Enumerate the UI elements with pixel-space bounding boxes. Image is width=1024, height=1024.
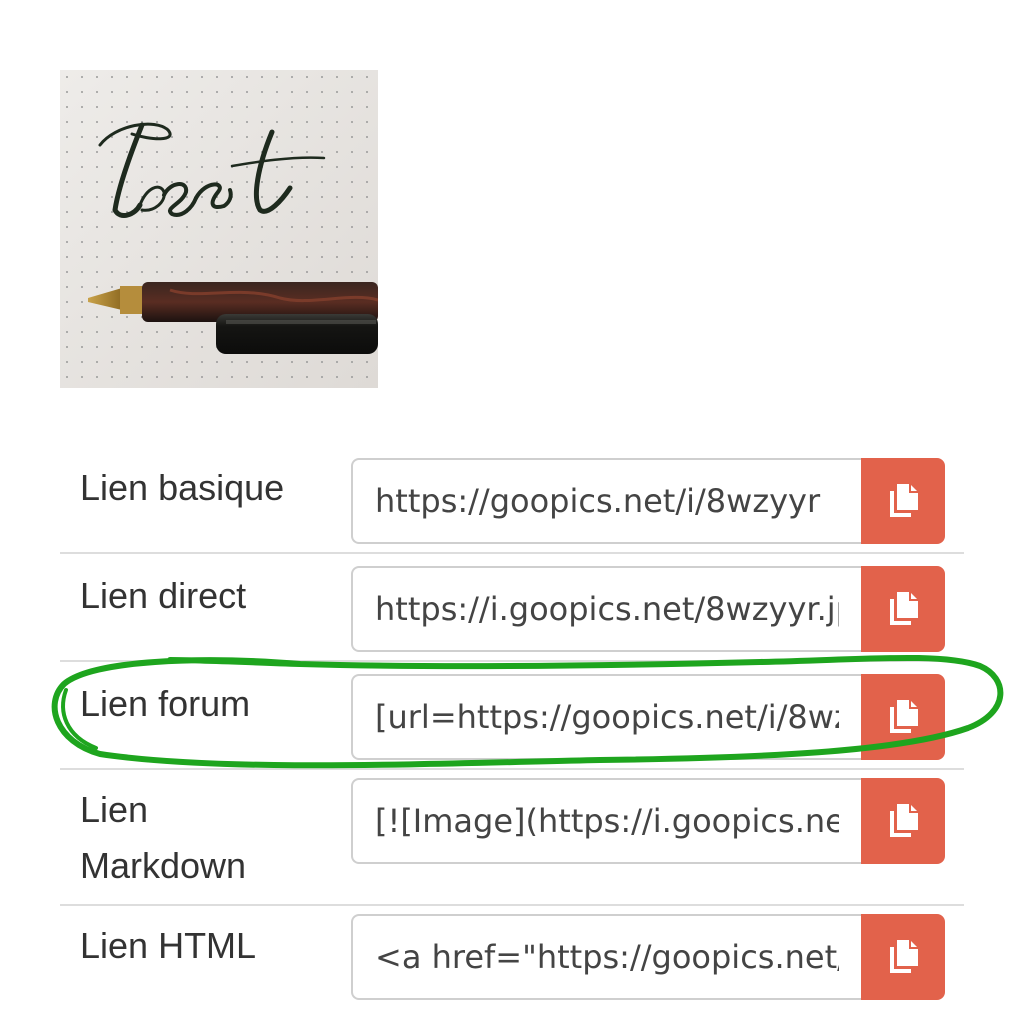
- link-field-group: [351, 674, 945, 760]
- link-label: Lien forum: [80, 683, 251, 724]
- link-label: Lien direct: [80, 575, 247, 616]
- copy-button[interactable]: [861, 566, 945, 652]
- copy-icon: [890, 700, 918, 733]
- basic-link-input[interactable]: [351, 458, 861, 544]
- link-row-direct: Lien direct: [60, 554, 964, 662]
- link-row-html: Lien HTML: [60, 906, 964, 1014]
- links-table: Lien basique Lien direct: [60, 446, 964, 1014]
- copy-icon: [890, 804, 918, 837]
- link-label: Lien Markdown: [80, 789, 247, 886]
- link-row-markdown: Lien Markdown: [60, 770, 964, 906]
- forum-link-input[interactable]: [351, 674, 861, 760]
- pen-photo-icon: [60, 70, 378, 388]
- copy-icon: [890, 592, 918, 625]
- html-link-input[interactable]: [351, 914, 861, 1000]
- markdown-link-input[interactable]: [351, 778, 861, 864]
- link-row-basic: Lien basique: [60, 446, 964, 554]
- link-field-group: [351, 914, 945, 1000]
- link-label: Lien basique: [80, 467, 285, 508]
- copy-button[interactable]: [861, 778, 945, 864]
- copy-icon: [890, 484, 918, 517]
- link-field-group: [351, 566, 945, 652]
- link-label: Lien HTML: [80, 925, 257, 966]
- copy-icon: [890, 940, 918, 973]
- copy-button[interactable]: [861, 674, 945, 760]
- link-row-forum: Lien forum: [60, 662, 964, 770]
- link-field-group: [351, 778, 945, 864]
- copy-button[interactable]: [861, 458, 945, 544]
- uploaded-image-preview: [60, 70, 378, 388]
- copy-button[interactable]: [861, 914, 945, 1000]
- link-field-group: [351, 458, 945, 544]
- direct-link-input[interactable]: [351, 566, 861, 652]
